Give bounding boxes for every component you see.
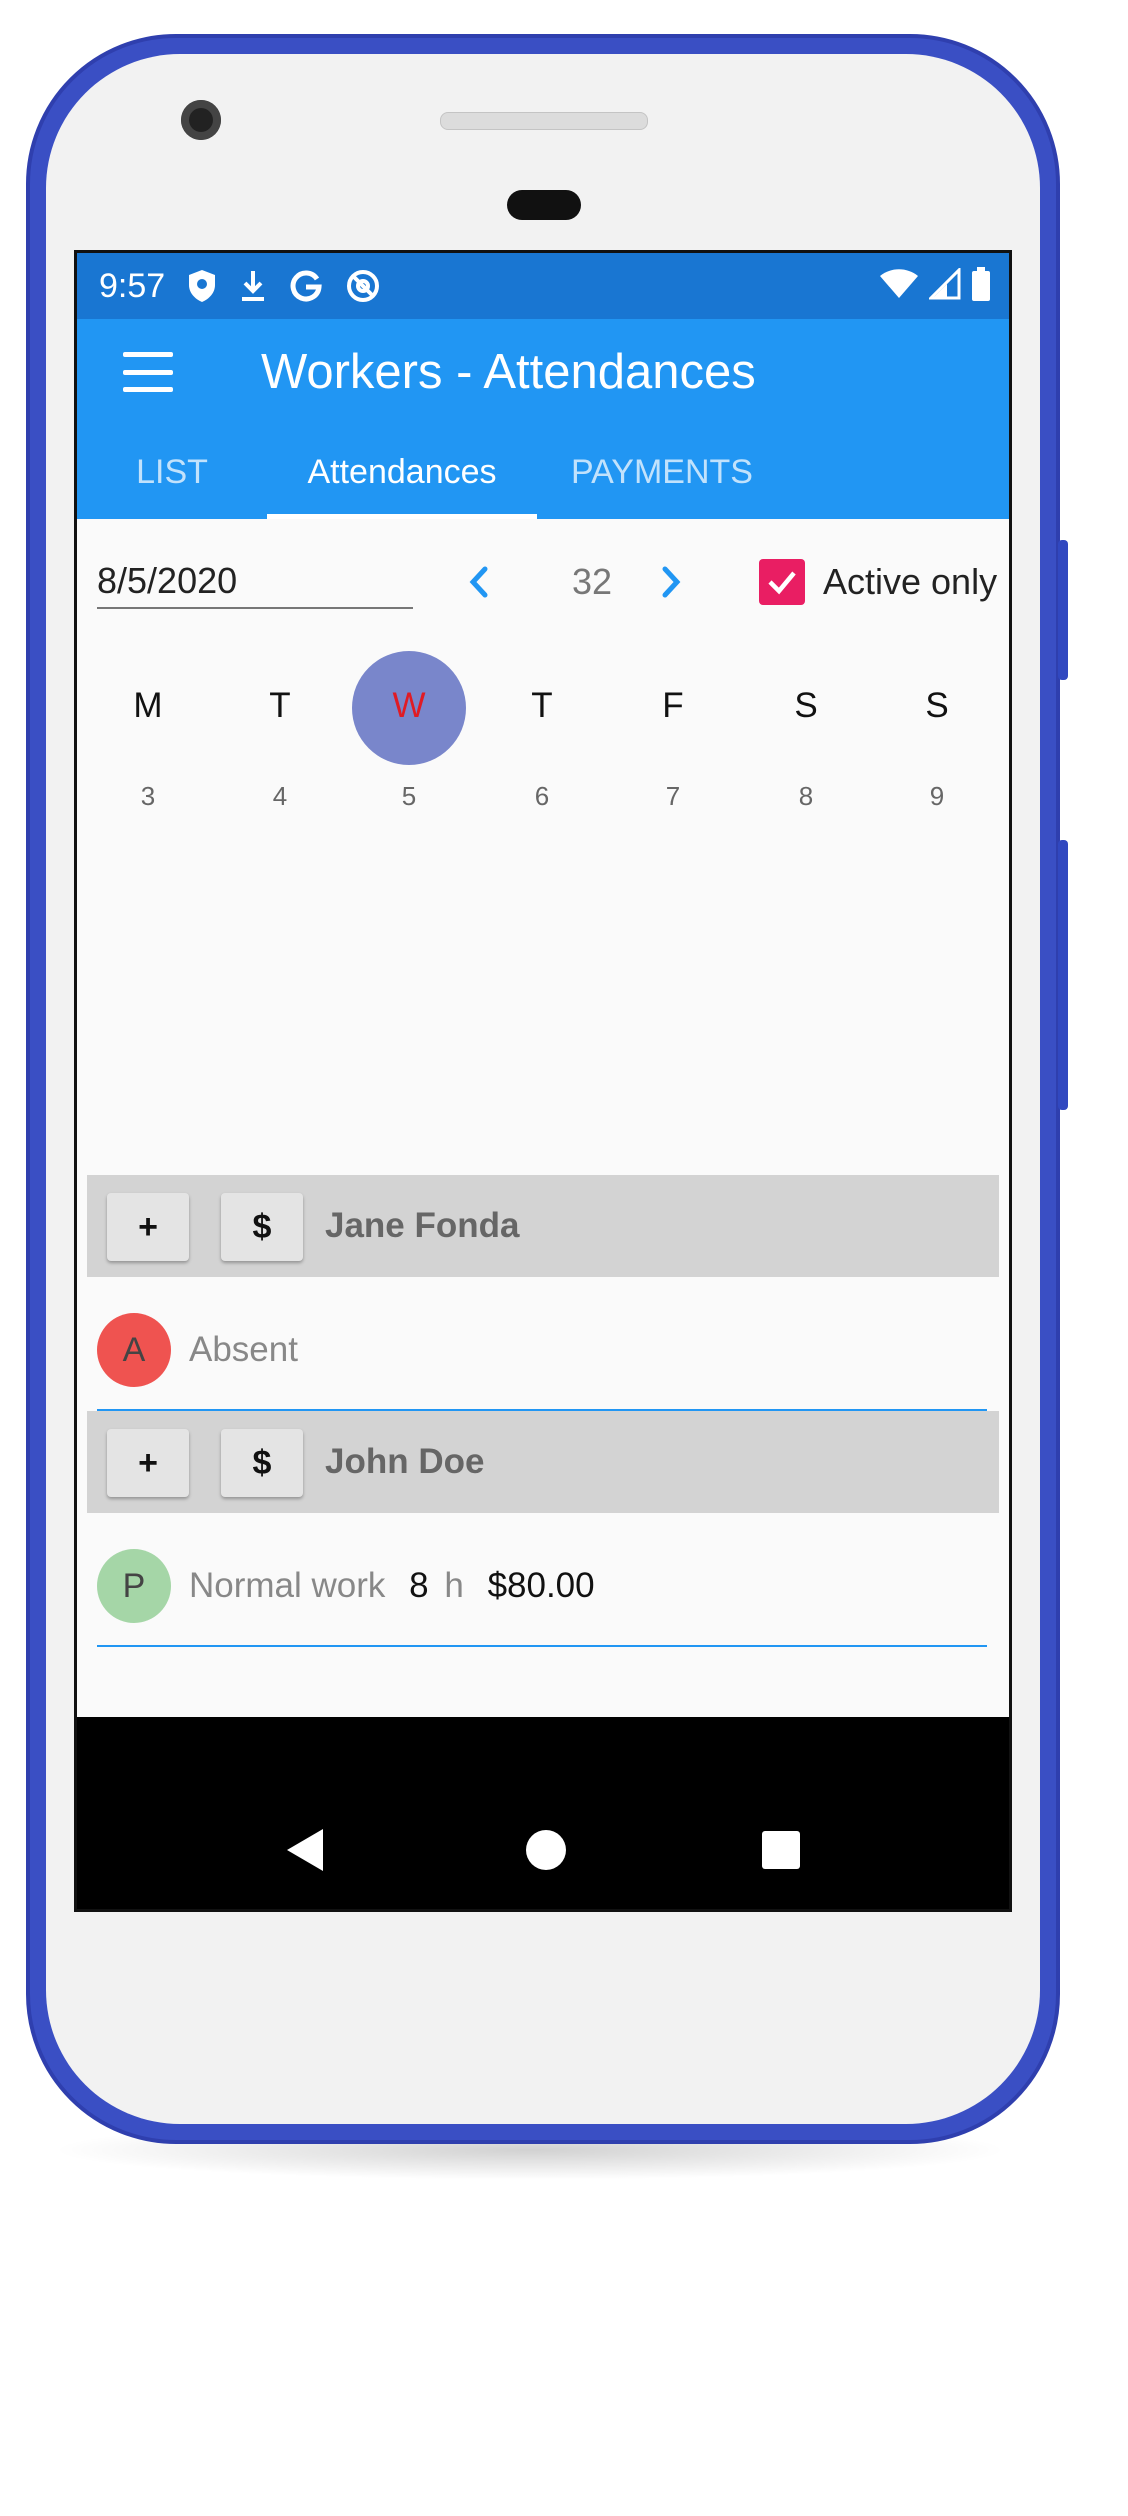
day-tuesday[interactable]: T 4 — [225, 651, 335, 812]
day-wednesday[interactable]: W 5 — [354, 651, 464, 812]
add-payment-button[interactable]: $ — [221, 1429, 303, 1497]
day-saturday[interactable]: S 8 — [751, 651, 861, 812]
download-icon — [239, 269, 267, 303]
day-letter: S — [925, 686, 949, 725]
app-bar: Workers - Attendances — [77, 319, 1009, 425]
day-number: 5 — [401, 781, 417, 811]
tab-attendances[interactable]: Attendances — [267, 425, 537, 519]
day-letter: M — [133, 686, 163, 725]
attendance-avatar: P — [97, 1549, 171, 1623]
day-number: 4 — [272, 781, 288, 811]
active-only-label: Active only — [823, 561, 998, 602]
tab-list[interactable]: LIST — [77, 425, 267, 519]
day-letter: S — [794, 686, 818, 725]
at-sign-icon — [345, 268, 381, 304]
day-letter: T — [531, 686, 553, 725]
add-payment-button[interactable]: $ — [221, 1193, 303, 1261]
day-friday[interactable]: F 7 — [618, 651, 728, 812]
app-title: Workers - Attendances — [261, 345, 756, 399]
add-attendance-button[interactable]: + — [107, 1193, 189, 1261]
proximity-sensor — [507, 190, 581, 220]
back-icon[interactable] — [285, 1827, 325, 1878]
worker-header: + $ Jane Fonda — [87, 1175, 999, 1277]
day-monday[interactable]: M 3 — [93, 651, 203, 812]
signal-icon — [927, 265, 961, 305]
speaker-grille — [440, 112, 648, 130]
worker-name: Jane Fonda — [325, 1206, 520, 1245]
google-icon — [289, 269, 323, 303]
battery-icon — [971, 266, 991, 306]
day-letter: W — [392, 686, 426, 725]
home-icon[interactable] — [523, 1827, 569, 1878]
attendance-summary: Absent — [189, 1313, 298, 1387]
status-right-icons — [879, 265, 991, 306]
menu-icon[interactable] — [123, 352, 173, 392]
date-input[interactable]: 8/5/2020 — [97, 555, 413, 609]
status-bar: 9:57 — [77, 253, 1009, 319]
attendance-type: Normal work — [189, 1566, 386, 1605]
system-nav-bar — [77, 1789, 1009, 1909]
add-attendance-button[interactable]: + — [107, 1429, 189, 1497]
attendance-summary: Normal work 8 h $80.00 — [189, 1549, 595, 1623]
day-number: 8 — [798, 781, 814, 811]
day-thursday[interactable]: T 6 — [487, 651, 597, 812]
tab-bar: LIST Attendances PAYMENTS — [77, 425, 1009, 519]
attendance-row[interactable]: A Absent — [97, 1277, 987, 1411]
tab-payments[interactable]: PAYMENTS — [537, 425, 787, 519]
attendance-avatar: A — [97, 1313, 171, 1387]
day-number: 3 — [140, 781, 156, 811]
attendance-type: Absent — [189, 1330, 298, 1369]
day-number: 9 — [929, 781, 945, 811]
front-camera — [181, 100, 221, 140]
day-letter: F — [662, 686, 684, 725]
day-number: 7 — [665, 781, 681, 811]
next-week-button[interactable] — [657, 559, 687, 610]
recents-icon[interactable] — [759, 1827, 803, 1878]
wifi-icon — [879, 268, 919, 305]
active-only-checkbox[interactable] — [759, 559, 805, 605]
worker-name: John Doe — [325, 1442, 485, 1481]
attendance-row[interactable]: P Normal work 8 h $80.00 — [97, 1513, 987, 1647]
phone-side-button-top — [1058, 540, 1068, 680]
status-time: 9:57 — [99, 266, 166, 305]
phone-side-button-bottom — [1058, 840, 1068, 1110]
week-number: 32 — [571, 561, 613, 602]
attendance-hours: 8 — [409, 1566, 429, 1605]
device-screen: 9:57 Workers - Attendances LIST Attendan… — [74, 250, 1012, 1912]
worker-header: + $ John Doe — [87, 1411, 999, 1513]
day-letter: T — [269, 686, 291, 725]
check-icon — [768, 571, 796, 595]
shield-icon — [187, 269, 217, 303]
prev-week-button[interactable] — [463, 559, 493, 610]
day-number: 6 — [534, 781, 550, 811]
attendance-hours-unit: h — [444, 1566, 464, 1605]
attendances-content: 8/5/2020 32 Active only M 3 T 4 W 5 T 6 — [77, 519, 1009, 1717]
day-sunday[interactable]: S 9 — [882, 651, 992, 812]
attendance-amount: $80.00 — [487, 1566, 595, 1605]
